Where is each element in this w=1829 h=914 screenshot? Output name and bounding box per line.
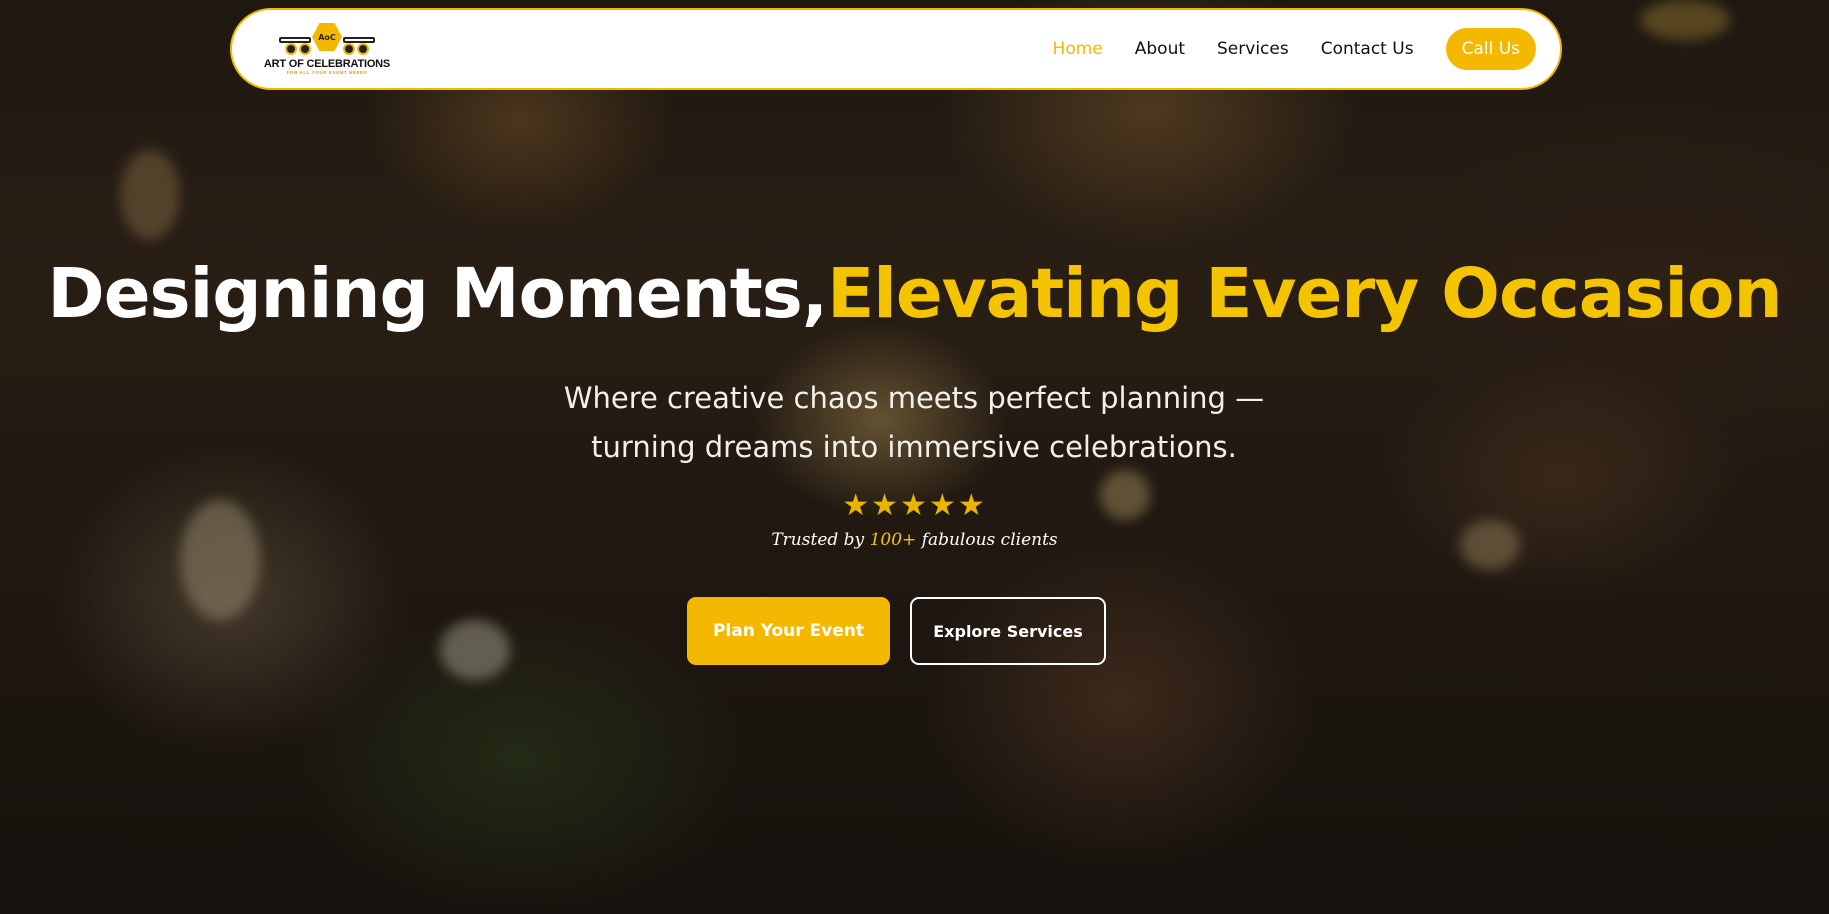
logo-wheel — [357, 43, 369, 55]
nav-services[interactable]: Services — [1217, 39, 1289, 59]
trusted-prefix: Trusted by — [771, 530, 865, 550]
trusted-text: Trusted by 100+ fabulous clients — [0, 530, 1829, 550]
hero-headline: Designing Moments,Elevating Every Occasi… — [0, 254, 1829, 334]
headline-white: Designing Moments, — [47, 254, 828, 334]
hero-content: Designing Moments,Elevating Every Occasi… — [0, 0, 1829, 914]
nav-contact[interactable]: Contact Us — [1321, 39, 1414, 59]
headline-accent: Elevating Every Occasion — [827, 254, 1782, 334]
trusted-suffix: fabulous clients — [921, 530, 1058, 550]
logo-wheel — [343, 43, 355, 55]
logo-icon: AoC — [277, 23, 377, 57]
nav-home[interactable]: Home — [1053, 39, 1103, 59]
star-rating: ★★★★★ — [0, 488, 1829, 523]
logo-badge: AoC — [312, 23, 342, 51]
star-icon: ★★★★★ — [842, 488, 987, 523]
logo-bar-left — [279, 37, 311, 43]
logo-wheel — [285, 43, 297, 55]
call-us-button[interactable]: Call Us — [1445, 28, 1536, 70]
brand-tagline: FOR ALL YOUR EVENT NEEDS — [286, 70, 368, 75]
plan-event-button[interactable]: Plan Your Event — [687, 597, 890, 665]
logo-wheel — [299, 43, 311, 55]
hero-section: AoC ART OF CELEBRATIONS FOR ALL YOUR EVE… — [0, 0, 1829, 914]
brand-name: ART OF CELEBRATIONS — [263, 58, 391, 70]
trusted-count: 100+ — [869, 530, 917, 550]
logo[interactable]: AoC ART OF CELEBRATIONS FOR ALL YOUR EVE… — [262, 23, 392, 75]
hero-subtitle: Where creative chaos meets perfect plann… — [563, 381, 1265, 464]
nav-about[interactable]: About — [1135, 39, 1185, 59]
navbar: AoC ART OF CELEBRATIONS FOR ALL YOUR EVE… — [230, 8, 1562, 90]
nav-links: Home About Services Contact Us Call Us — [1021, 28, 1536, 70]
explore-services-button[interactable]: Explore Services — [910, 597, 1106, 665]
